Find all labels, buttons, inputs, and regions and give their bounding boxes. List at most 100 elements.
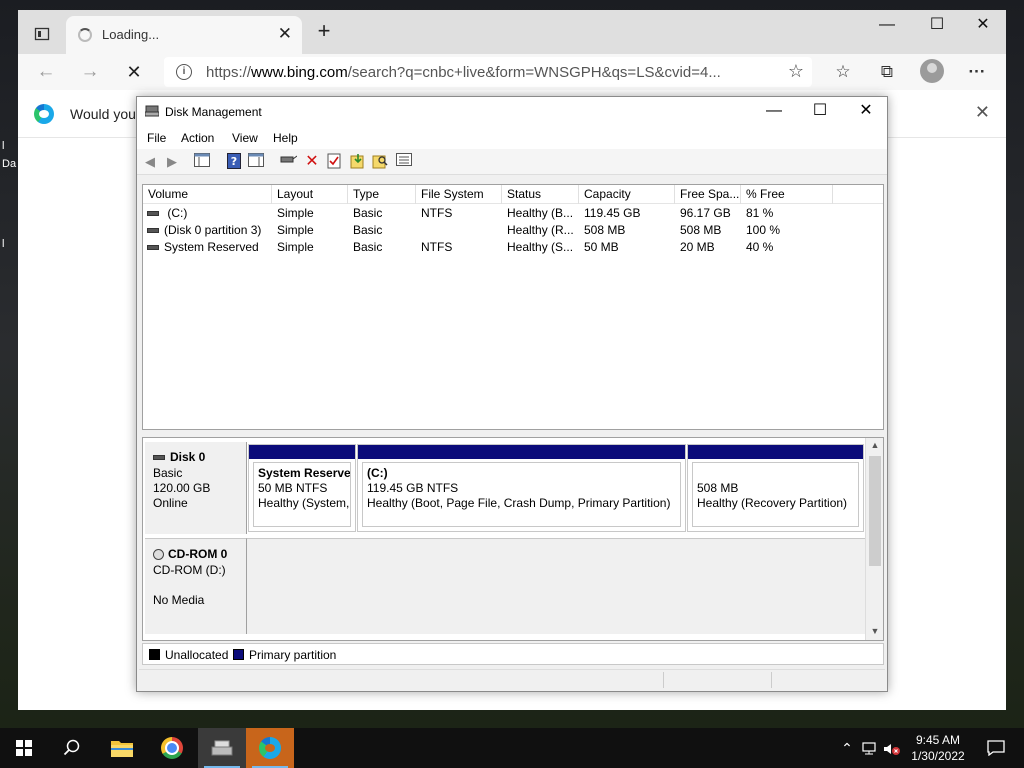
partition-status: Healthy (System, Active, Primary Partiti… — [258, 496, 350, 510]
volume-icon — [147, 228, 159, 234]
volume-capacity: 50 MB — [584, 240, 619, 254]
collections-icon[interactable]: ⧉ — [872, 58, 902, 86]
partition-system-reserved[interactable]: System Reserved 50 MB NTFS Healthy (Syst… — [248, 444, 356, 532]
address-url[interactable]: https://www.bing.com/search?q=cnbc+live&… — [206, 64, 776, 81]
volume-fs: NTFS — [421, 240, 453, 254]
start-icon[interactable] — [0, 728, 48, 768]
status-separator — [663, 672, 664, 688]
partition-c[interactable]: (C:) 119.45 GB NTFS Healthy (Boot, Page … — [357, 444, 686, 532]
partition-title — [697, 466, 854, 481]
url-prefix: https:// — [206, 64, 252, 81]
minimize-button[interactable]: — — [864, 10, 910, 42]
column-header-percent-free[interactable]: % Free — [741, 185, 833, 204]
column-header-layout[interactable]: Layout — [272, 185, 348, 204]
notification-center-icon[interactable] — [976, 728, 1016, 768]
stop-icon[interactable]: ✕ — [118, 57, 150, 87]
menu-view[interactable]: View — [232, 131, 258, 145]
column-header-free-space[interactable]: Free Spa... — [675, 185, 741, 204]
maximize-button[interactable]: ☐ — [797, 97, 843, 127]
delete-icon[interactable]: ✕ — [303, 153, 321, 171]
partition-title: (C:) — [367, 466, 388, 480]
show-hide-action-pane-icon[interactable] — [247, 153, 265, 171]
menu-file[interactable]: File — [147, 131, 166, 145]
minimize-button[interactable]: — — [751, 97, 797, 127]
browser-tab[interactable]: Loading... ✕ — [66, 16, 302, 54]
disk-management-icon[interactable] — [198, 728, 246, 768]
address-bar[interactable]: i https://www.bing.com/search?q=cnbc+liv… — [164, 57, 812, 87]
disk-map: Disk 0 Basic 120.00 GB Online System Res… — [142, 437, 884, 641]
window-title: Disk Management — [165, 105, 262, 119]
infobar-message: Would you — [70, 106, 136, 122]
show-hide-console-tree-icon[interactable] — [193, 153, 211, 171]
tab-bar: Loading... ✕ + — ☐ ✕ — [18, 10, 1006, 54]
status-bar — [139, 669, 885, 689]
list-view-icon[interactable] — [395, 153, 413, 171]
more-icon[interactable]: ··· — [962, 58, 992, 86]
status-separator — [771, 672, 772, 688]
close-button[interactable]: ✕ — [843, 97, 889, 127]
table-row[interactable]: (C:) Simple Basic NTFS Healthy (B... 119… — [143, 205, 883, 222]
scroll-down-icon[interactable]: ▼ — [866, 626, 883, 636]
table-row[interactable]: System Reserved Simple Basic NTFS Health… — [143, 239, 883, 256]
edge-logo-icon — [34, 104, 54, 124]
column-header-file-system[interactable]: File System — [416, 185, 502, 204]
cdrom-empty-area — [247, 538, 865, 634]
primary-partition-band — [688, 445, 863, 459]
partition-size: 508 MB — [697, 481, 739, 495]
primary-partition-band — [249, 445, 355, 459]
volume-name: (Disk 0 partition 3) — [164, 223, 262, 237]
chrome-icon[interactable] — [148, 728, 196, 768]
forward-icon[interactable]: → — [74, 57, 106, 87]
volume-list: Volume Layout Type File System Status Ca… — [142, 184, 884, 430]
help-icon[interactable]: ? — [225, 153, 243, 171]
close-button[interactable]: ✕ — [960, 10, 1006, 42]
add-favorite-icon[interactable]: ☆ — [788, 61, 804, 82]
disk-map-scrollbar[interactable]: ▲ ▼ — [865, 438, 883, 640]
column-header-capacity[interactable]: Capacity — [579, 185, 675, 204]
menu-help[interactable]: Help — [273, 131, 298, 145]
search-icon[interactable] — [48, 728, 96, 768]
tab-close-icon[interactable]: ✕ — [278, 24, 292, 44]
scroll-thumb[interactable] — [869, 456, 881, 566]
file-explorer-icon[interactable] — [98, 728, 146, 768]
system-clock[interactable]: 9:45 AM 1/30/2022 — [900, 732, 976, 764]
favorites-icon[interactable]: ☆ — [828, 58, 858, 86]
volume-muted-icon[interactable] — [882, 728, 902, 768]
forward-icon[interactable]: ▶ — [163, 153, 181, 171]
partition-recovery[interactable]: 508 MB Healthy (Recovery Partition) — [687, 444, 864, 532]
volume-percent-free: 81 % — [746, 206, 774, 220]
column-header-type[interactable]: Type — [348, 185, 416, 204]
tab-actions-icon[interactable] — [24, 20, 60, 48]
partition-size: 119.45 GB NTFS — [367, 481, 459, 495]
volume-icon — [147, 245, 159, 251]
cdrom-0-label[interactable]: CD-ROM 0 CD-ROM (D:) No Media — [145, 538, 247, 634]
site-info-icon[interactable]: i — [176, 64, 192, 80]
maximize-button[interactable]: ☐ — [914, 10, 960, 42]
cdrom-media: No Media — [153, 593, 205, 607]
legend-swatch-primary — [233, 649, 244, 660]
scroll-up-icon[interactable]: ▲ — [866, 440, 883, 450]
back-icon[interactable]: ← — [30, 57, 62, 87]
back-icon[interactable]: ◀ — [141, 153, 159, 171]
column-header-status[interactable]: Status — [502, 185, 579, 204]
infobar-close-icon[interactable]: ✕ — [975, 102, 990, 123]
edge-icon[interactable] — [246, 728, 294, 768]
new-tab-button[interactable]: + — [310, 18, 338, 44]
show-hidden-icons-icon[interactable]: ⌃ — [838, 728, 856, 768]
profile-icon[interactable] — [920, 59, 944, 83]
toolbar: ◀ ▶ ? ✕ — [137, 149, 887, 175]
disk-0-label[interactable]: Disk 0 Basic 120.00 GB Online — [145, 442, 247, 534]
menu-action[interactable]: Action — [181, 131, 214, 145]
volume-layout: Simple — [277, 240, 314, 254]
network-icon[interactable] — [860, 728, 882, 768]
column-header-volume[interactable]: Volume — [143, 185, 272, 204]
volume-icon — [147, 211, 159, 217]
volume-fs: NTFS — [421, 206, 453, 220]
volume-percent-free: 100 % — [746, 223, 781, 237]
search-folder-icon[interactable] — [371, 153, 389, 171]
connect-disk-icon[interactable] — [279, 153, 298, 171]
import-icon[interactable] — [349, 153, 367, 171]
menu-bar: File Action View Help — [137, 127, 887, 149]
table-row[interactable]: (Disk 0 partition 3) Simple Basic Health… — [143, 222, 883, 239]
properties-icon[interactable] — [325, 153, 343, 171]
